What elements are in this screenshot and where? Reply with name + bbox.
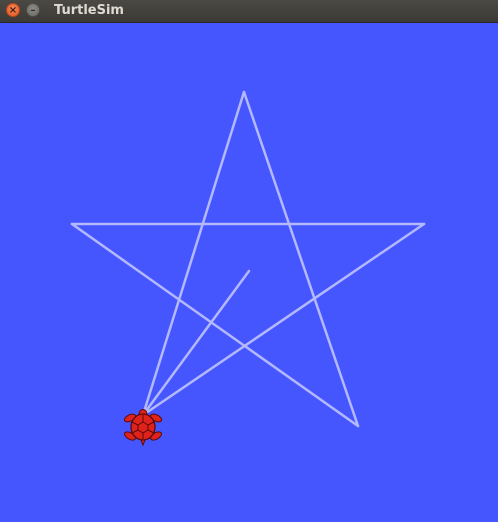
window-title: TurtleSim	[54, 3, 124, 18]
pen-trail	[242, 90, 360, 428]
title-bar[interactable]: × – TurtleSim	[0, 0, 498, 23]
minimize-icon[interactable]: –	[26, 3, 40, 17]
pen-trails	[70, 90, 426, 428]
close-icon[interactable]: ×	[6, 3, 20, 17]
pen-trail	[141, 222, 426, 417]
pen-trail	[141, 90, 246, 417]
pen-trail	[70, 222, 360, 428]
turtle-canvas	[0, 23, 498, 522]
drawing-surface	[70, 90, 426, 447]
turtle-icon[interactable]	[123, 409, 163, 447]
turtlesim-window: × – TurtleSim	[0, 0, 498, 522]
pen-trail	[141, 269, 251, 417]
